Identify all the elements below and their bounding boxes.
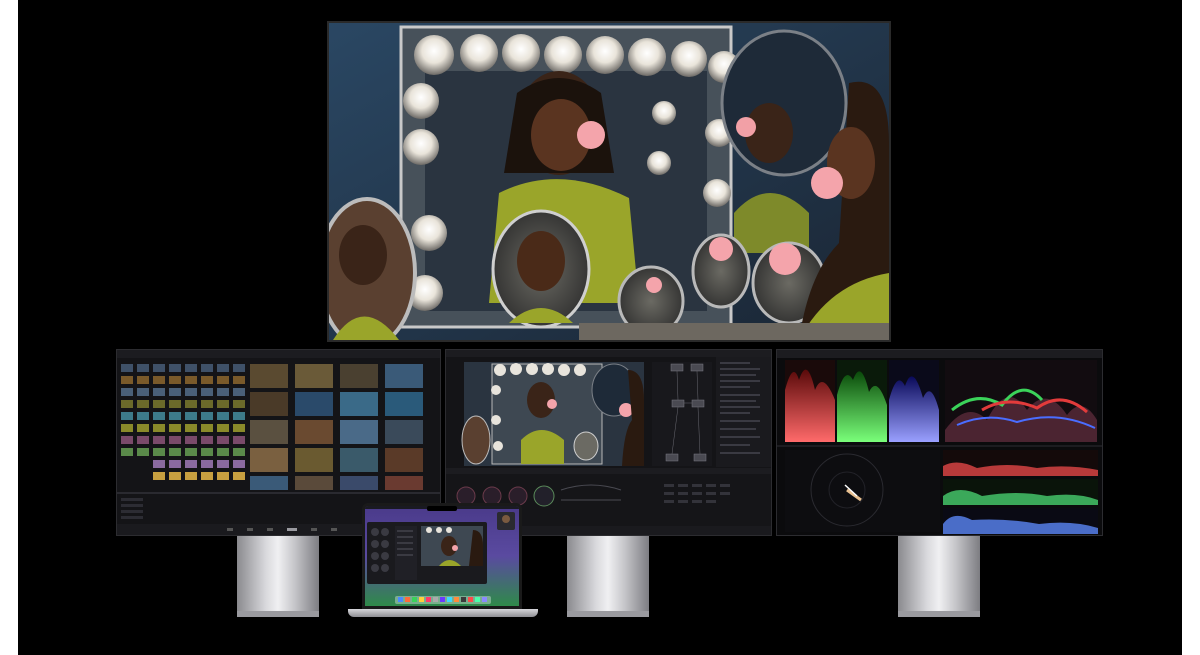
right-monitor [776, 349, 1103, 536]
left-border [0, 0, 18, 655]
right-monitor-stand [898, 536, 980, 612]
camera-notch [427, 506, 457, 511]
title-bar [117, 350, 440, 358]
right-monitor-foot [898, 611, 980, 617]
vectorscope [785, 450, 940, 532]
hero-display [327, 21, 891, 342]
laptop-desktop [365, 506, 519, 606]
center-monitor-stand [567, 536, 649, 612]
laptop-base [348, 609, 538, 617]
histograms [943, 450, 1098, 534]
node-editor [652, 362, 712, 466]
video-scopes [777, 350, 1102, 535]
rgb-parade [785, 360, 939, 442]
laptop-screen [362, 503, 522, 609]
left-monitor-foot [237, 611, 319, 617]
left-monitor-stand [237, 536, 319, 612]
right-border [1182, 0, 1200, 655]
hero-image [329, 23, 889, 340]
waveform [945, 360, 1097, 442]
center-monitor-foot [567, 611, 649, 617]
